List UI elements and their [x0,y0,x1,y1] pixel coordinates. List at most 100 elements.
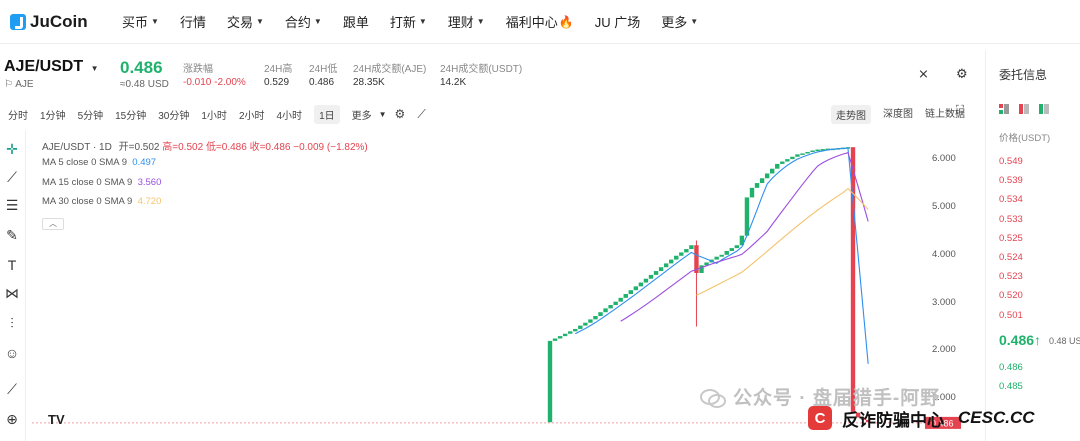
ma5-legend: MA 5 close 0 SMA 9 0.497 [42,157,156,168]
timeframe-3[interactable]: 15分钟 [115,107,146,122]
last-price: 0.486 [120,58,163,77]
candle [623,294,628,298]
y-tick-label: 3.000 [932,296,956,308]
timeframe-4[interactable]: 30分钟 [158,107,189,122]
expand-icon[interactable]: ⛶ [956,104,964,117]
crosshair-icon[interactable]: ✛ [3,140,21,158]
nav-item-9[interactable]: 更多 ▼ [661,12,698,31]
candle [770,168,775,174]
nav-item-label: 福利中心 [505,15,558,30]
bids-only-icon[interactable] [1039,104,1049,114]
nav-item-label: 合约 [284,15,311,30]
pair-name: AJE/USDT [4,58,84,75]
nav-item-5[interactable]: 打新 ▼ [390,12,427,31]
ma30-value: 4.720 [137,196,162,207]
candle [588,319,593,323]
chevron-down-icon: ▼ [418,17,427,26]
candle [568,331,573,334]
indicators-icon[interactable]: ⟋ [417,107,425,122]
timeframe-2[interactable]: 5分钟 [78,107,104,122]
view-mode-0[interactable]: 走势图 [831,105,871,124]
ask-price[interactable]: 0.524 [999,252,1023,263]
view-mode-1[interactable]: 深度图 [883,105,913,124]
last-price-usd: ≈0.48 USD [120,79,169,90]
vol-aje-label: 24H成交额(AJE) [353,64,427,75]
nav-item-1[interactable]: 行情 [180,12,206,31]
candle [613,301,618,306]
legend-collapse-button[interactable]: ︿ [42,218,64,230]
candle [800,153,805,155]
pattern-icon[interactable]: ⋈ [3,284,21,302]
candle [684,249,689,253]
ask-price[interactable]: 0.549 [999,156,1023,167]
badge-text: 反诈防骗中心 [842,410,944,430]
settings-gear-icon[interactable]: ⚙ [956,66,968,82]
indicator-settings-icon[interactable]: ⚙ [395,107,406,121]
ma30-legend: MA 30 close 0 SMA 9 4.720 [42,196,161,207]
both-sides-icon[interactable] [999,104,1009,114]
candle [578,325,583,329]
badge-site: CESC.CC [958,408,1035,427]
timeframe-0[interactable]: 分时 [8,107,28,122]
nav-item-4[interactable]: 跟单 [343,12,369,31]
ruler-icon[interactable]: ⟋ [3,380,21,398]
nav-item-2[interactable]: 交易 ▼ [227,12,264,31]
ma15-legend: MA 15 close 0 SMA 9 3.560 [42,177,161,188]
nav-item-0[interactable]: 买币 ▼ [122,12,159,31]
trendline-icon[interactable]: ⟋ [3,168,21,186]
candle [628,290,633,295]
measure-lines-icon[interactable]: ⫶ [3,314,21,332]
candle [573,328,578,332]
nav-item-3[interactable]: 合约 ▼ [285,12,322,31]
timeframe-1[interactable]: 1分钟 [40,107,66,122]
candle [663,263,669,268]
legend-low: 低=0.486 [205,142,247,153]
nav-item-label: 行情 [179,15,206,30]
timeframe-7[interactable]: 4小时 [277,107,303,122]
brush-icon[interactable]: ✎ [3,226,21,244]
candle [552,338,558,341]
timeframe-9[interactable]: 更多 [352,107,372,122]
candle [648,274,654,279]
candle [603,308,608,313]
ask-price[interactable]: 0.539 [999,175,1023,186]
ask-price[interactable]: 0.534 [999,194,1023,205]
candle [674,255,679,260]
fullscreen-toggle-icon[interactable]: ⨯ [918,66,929,82]
mid-price: 0.486↑ [999,332,1042,348]
nav-item-8[interactable]: JU 广场 [595,12,641,31]
ask-price[interactable]: 0.533 [999,214,1023,225]
chevron-down-icon: ▼ [151,17,159,26]
bid-price[interactable]: 0.486 [999,362,1023,373]
ask-price[interactable]: 0.501 [999,310,1023,321]
candle [780,161,785,164]
ask-price[interactable]: 0.523 [999,271,1023,282]
zoom-in-icon[interactable]: ⊕ [3,410,21,428]
emoji-icon[interactable]: ☺ [3,344,21,362]
ask-price[interactable]: 0.520 [999,290,1023,301]
asks-only-icon[interactable] [1019,104,1029,114]
text-tool-icon[interactable]: T [3,256,21,274]
horizontal-lines-icon[interactable]: ☰ [3,196,21,214]
bid-price[interactable]: 0.485 [999,381,1023,392]
candle [810,150,815,153]
nav-item-label: 理财 [447,15,474,30]
pair-selector[interactable]: AJE/USDT ▼ [4,58,99,76]
y-tick-label: 2.000 [932,344,956,356]
top-nav: JuCoin 买币 ▼ 行情 交易 ▼ 合约 ▼ 跟单 打新 ▼ 理财 ▼ 福利中心 🔥 JU 广场 更多 ▼ [0,0,1080,44]
timeframe-5[interactable]: 1小时 [201,107,227,122]
ma30-label: MA 30 close 0 SMA 9 [42,196,133,207]
orderbook-panel: 委托信息 价格(USDT) 0.549 0.539 0.534 0.533 0.525 0… [985,50,1080,441]
timeframe-6[interactable]: 2小时 [239,107,265,122]
candle [759,178,765,184]
nav-item-6[interactable]: 理财 ▼ [448,12,485,31]
ask-price[interactable]: 0.525 [999,233,1023,244]
ma15-label: MA 15 close 0 SMA 9 [42,177,133,188]
timeframe-8[interactable]: 1日 [314,104,340,124]
low-label: 24H低 [309,64,338,75]
candle [598,312,603,317]
nav-item-7[interactable]: 福利中心 🔥 [506,12,574,31]
brand-logo[interactable]: JuCoin [10,12,110,32]
candle [653,271,659,275]
candle [785,159,790,162]
